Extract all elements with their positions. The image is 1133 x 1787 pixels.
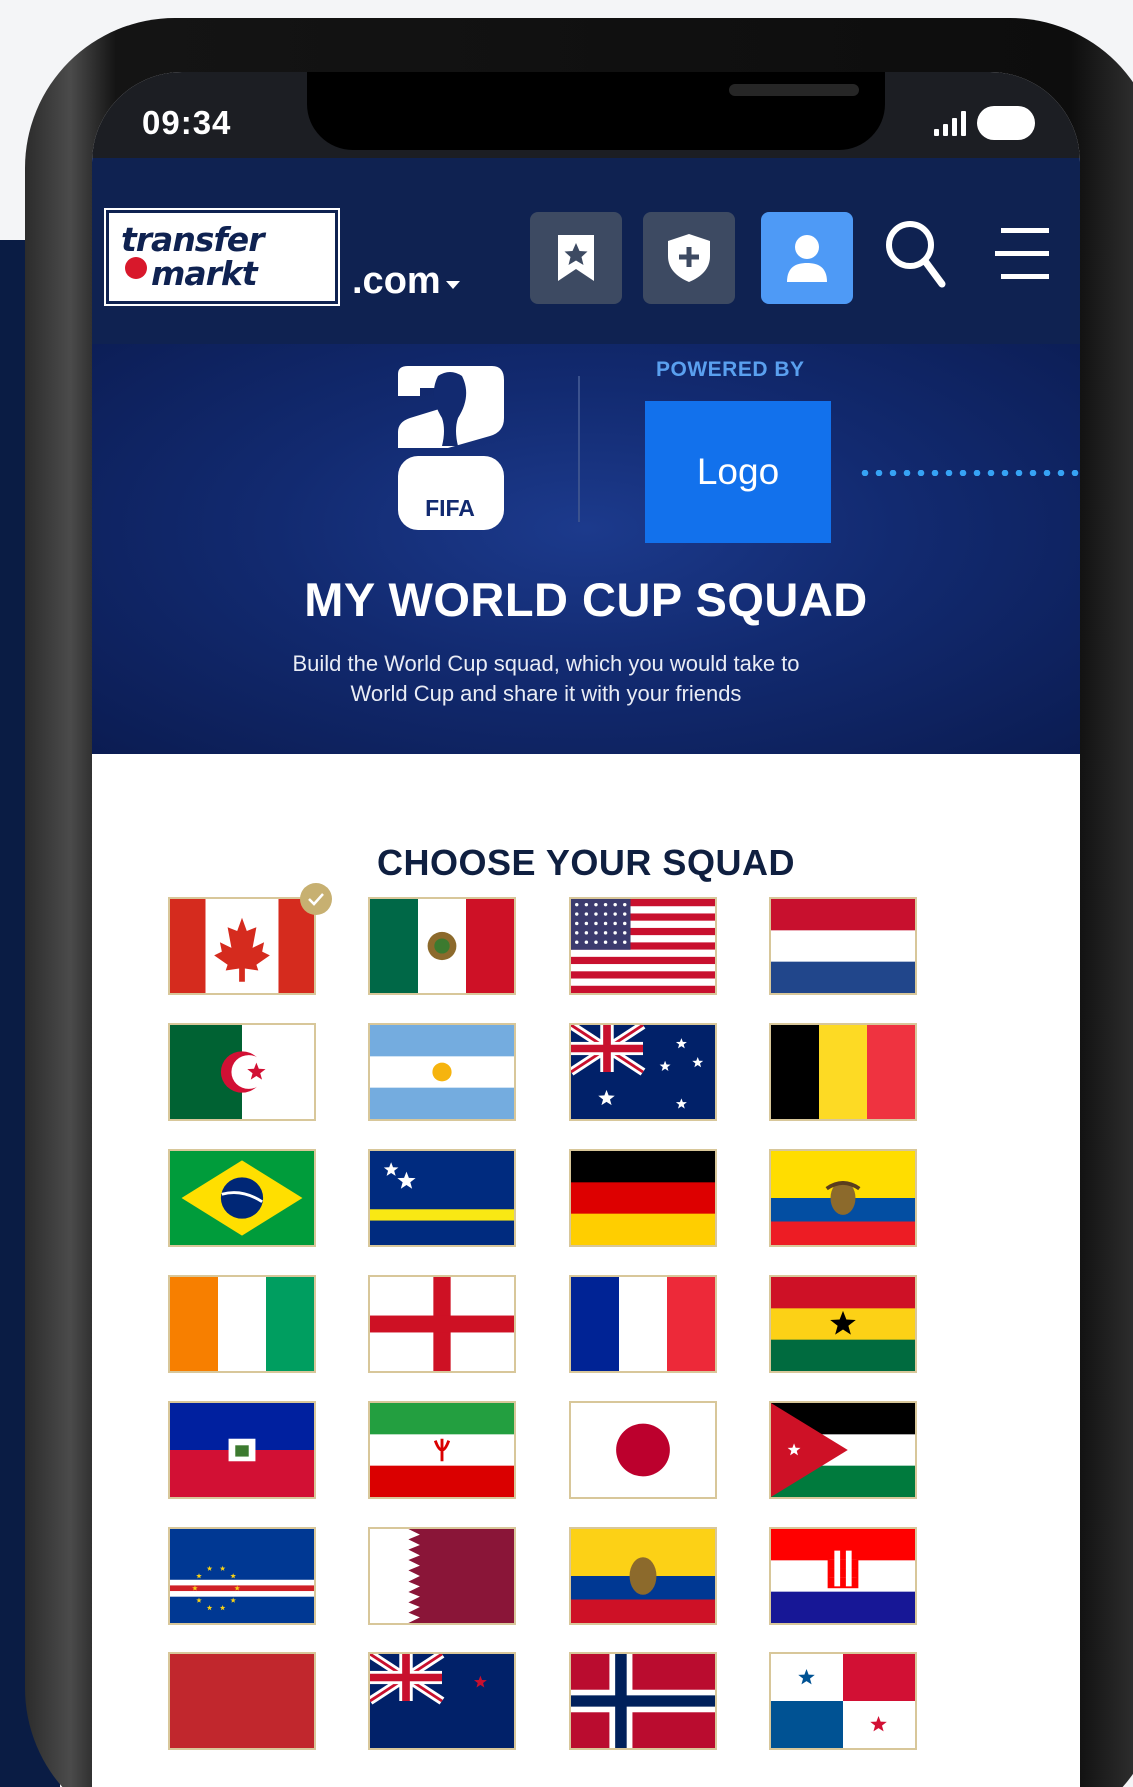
dotted-connector — [858, 470, 1080, 476]
speaker-grille — [729, 84, 859, 96]
chevron-down-icon[interactable] — [446, 281, 460, 289]
logo-player-icon — [125, 257, 147, 279]
flag-belgium[interactable] — [769, 1023, 917, 1121]
flag-mexico[interactable] — [368, 897, 516, 995]
menu-icon[interactable] — [995, 228, 1051, 280]
flag-curacao[interactable] — [368, 1149, 516, 1247]
flag-panama[interactable] — [769, 1652, 917, 1750]
flag-japan[interactable] — [569, 1401, 717, 1499]
logo-text-top: transfer — [121, 220, 264, 259]
status-bar: 09:34 — [92, 72, 1080, 158]
search-icon[interactable] — [884, 218, 946, 288]
flag-croatia[interactable] — [769, 1527, 917, 1625]
phone-screen: 09:34 transfer markt .com FIFA POWERED B… — [92, 72, 1080, 1787]
page-title: MY WORLD CUP SQUAD — [304, 573, 868, 626]
flag-morocco[interactable] — [168, 1652, 316, 1750]
status-time: 09:34 — [142, 104, 232, 141]
sponsor-logo[interactable]: Logo — [645, 401, 831, 543]
flag-usa[interactable] — [569, 897, 717, 995]
world-cup-26-emblem: FIFA — [398, 366, 504, 530]
logo-text-bottom: markt — [151, 254, 258, 293]
flag-cape-verde[interactable] — [168, 1527, 316, 1625]
hero-banner: FIFA POWERED BY Logo MY WORLD CUP SQUAD … — [92, 344, 1080, 754]
page-subtitle: Build the World Cup squad, which you wou… — [292, 651, 800, 706]
flag-france[interactable] — [569, 1275, 717, 1373]
transfermarkt-logo[interactable]: transfer markt — [104, 208, 340, 306]
flag-algeria[interactable] — [168, 1023, 316, 1121]
flag-canada[interactable] — [168, 897, 316, 995]
flag-england[interactable] — [368, 1275, 516, 1373]
flag-iran[interactable] — [368, 1401, 516, 1499]
flag-brazil[interactable] — [168, 1149, 316, 1247]
flag-ivory-coast[interactable] — [168, 1275, 316, 1373]
signal-icon — [934, 110, 966, 136]
battery-icon — [977, 106, 1035, 140]
site-header: transfer markt .com — [92, 158, 1080, 344]
hero-divider — [578, 376, 580, 522]
selected-check-icon — [300, 883, 332, 915]
bookmark-star-icon — [558, 235, 594, 281]
shield-plus-icon — [668, 234, 710, 282]
emblem-fifa-text: FIFA — [425, 495, 475, 521]
flag-haiti[interactable] — [168, 1401, 316, 1499]
flag-ecuador[interactable] — [769, 1149, 917, 1247]
choose-squad-heading: CHOOSE YOUR SQUAD — [377, 842, 795, 883]
club-button[interactable] — [643, 212, 735, 304]
notch — [307, 72, 885, 150]
flag-qatar[interactable] — [368, 1527, 516, 1625]
watchlist-button[interactable] — [530, 212, 622, 304]
powered-by-label: POWERED BY — [656, 358, 805, 381]
flag-ghana[interactable] — [769, 1275, 917, 1373]
flag-argentina[interactable] — [368, 1023, 516, 1121]
user-icon — [787, 235, 827, 282]
flag-new-zealand[interactable] — [368, 1652, 516, 1750]
flag-germany[interactable] — [569, 1149, 717, 1247]
flag-netherlands[interactable] — [769, 897, 917, 995]
profile-button[interactable] — [761, 212, 853, 304]
flag-colombia[interactable] — [569, 1527, 717, 1625]
domain-selector[interactable]: .com — [352, 260, 441, 303]
flag-jordan[interactable] — [769, 1401, 917, 1499]
flag-norway[interactable] — [569, 1652, 717, 1750]
flag-australia[interactable] — [569, 1023, 717, 1121]
